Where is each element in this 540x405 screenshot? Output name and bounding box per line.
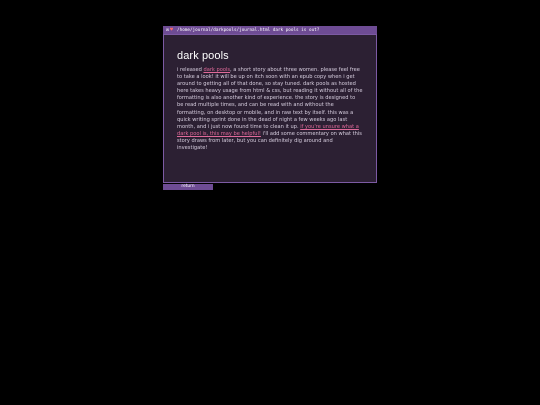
post-text-main: , a short story about three women. pleas…: [177, 67, 363, 130]
post-title: dark pools: [177, 50, 229, 62]
post-body: i released dark pools, a short story abo…: [177, 67, 363, 152]
titlebar-question: dark pools is out?: [272, 27, 320, 33]
post-frame: dark pools i released dark pools, a shor…: [163, 34, 377, 183]
window-titlebar: ✉ ♥ /home/journal/darkpools/journal.html…: [163, 26, 377, 34]
post-text-intro: i released: [177, 67, 204, 73]
return-button[interactable]: return: [163, 184, 213, 190]
heart-icon[interactable]: ♥: [170, 26, 173, 34]
mail-icon[interactable]: ✉: [166, 26, 169, 34]
dark-pools-link[interactable]: dark pools: [203, 67, 230, 73]
post-content: dark pools i released dark pools, a shor…: [177, 50, 363, 152]
titlebar-icons: ✉ ♥: [166, 26, 174, 34]
titlebar-path: /home/journal/darkpools/journal.html: [177, 27, 271, 33]
journal-window: ✉ ♥ /home/journal/darkpools/journal.html…: [163, 26, 377, 183]
